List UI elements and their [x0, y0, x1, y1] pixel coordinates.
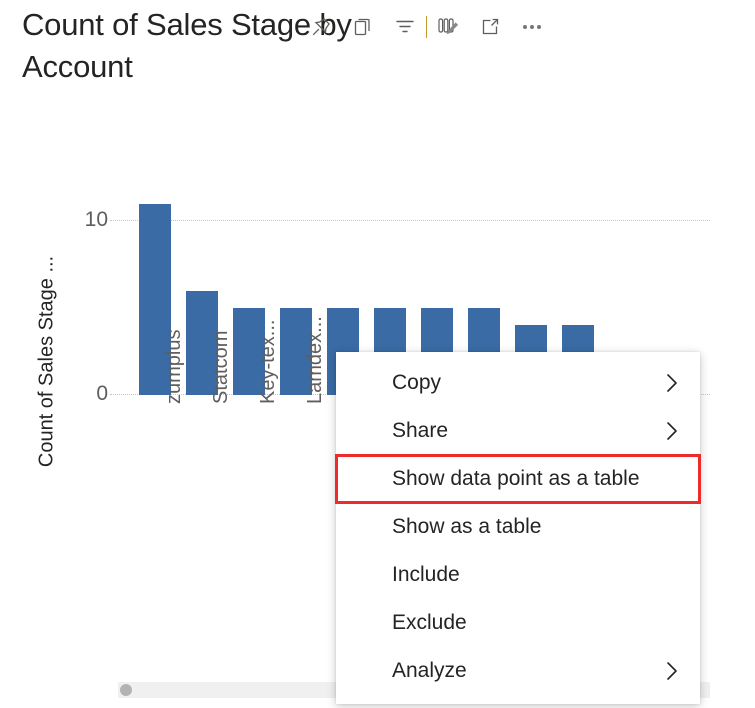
context-menu-item-label: Exclude [392, 611, 678, 635]
focus-mode-button[interactable] [469, 7, 511, 47]
copy-icon [351, 15, 375, 39]
context-menu-item-label: Share [392, 419, 666, 443]
context-menu-item[interactable]: Share [336, 407, 700, 455]
gridline-10 [110, 220, 710, 222]
context-menu[interactable]: Copy Share Show data point as a table Show … [336, 352, 700, 704]
visual-header: Count of Sales Stage by Account [0, 0, 755, 112]
context-menu-item[interactable]: Exclude [336, 599, 700, 647]
pin-icon [309, 15, 333, 39]
toolbar-divider [426, 16, 427, 38]
y-axis-title: Count of Sales Stage ... [36, 222, 59, 502]
filters-button[interactable] [384, 7, 426, 47]
context-menu-item-label: Show data point as a table [392, 467, 678, 491]
personalize-visual-icon [435, 14, 461, 40]
visual-header-toolbar [300, 6, 553, 48]
context-menu-item[interactable]: Include [336, 551, 700, 599]
horizontal-scrollbar-thumb[interactable] [120, 684, 132, 696]
context-menu-item-label: Include [392, 563, 678, 587]
focus-mode-icon [478, 15, 502, 39]
x-axis-tick-label: Statcom [210, 331, 233, 404]
pin-to-dashboard-button[interactable] [300, 7, 342, 47]
chevron-right-icon [666, 373, 678, 393]
context-menu-item-label: Copy [392, 371, 666, 395]
personalize-visual-button[interactable] [427, 7, 469, 47]
x-axis-tick-label: Lamdex... [304, 316, 327, 404]
x-axis-tick-label: zumplus [163, 330, 186, 404]
context-menu-item[interactable]: Show as a table [336, 503, 700, 551]
x-axis-tick-label: Key-tex... [257, 320, 280, 404]
more-options-button[interactable] [511, 7, 553, 47]
filter-icon [393, 15, 417, 39]
context-menu-item-label: Analyze [392, 659, 666, 683]
context-menu-item[interactable]: Show data point as a table [336, 455, 700, 503]
more-options-icon [523, 25, 541, 29]
chevron-right-icon [666, 421, 678, 441]
copy-visual-button[interactable] [342, 7, 384, 47]
context-menu-item-label: Show as a table [392, 515, 678, 539]
y-axis-tick-0: 0 [62, 382, 108, 406]
chevron-right-icon [666, 661, 678, 681]
y-axis-tick-10: 10 [62, 208, 108, 232]
context-menu-item[interactable]: Copy [336, 359, 700, 407]
context-menu-item[interactable]: Analyze [336, 647, 700, 695]
